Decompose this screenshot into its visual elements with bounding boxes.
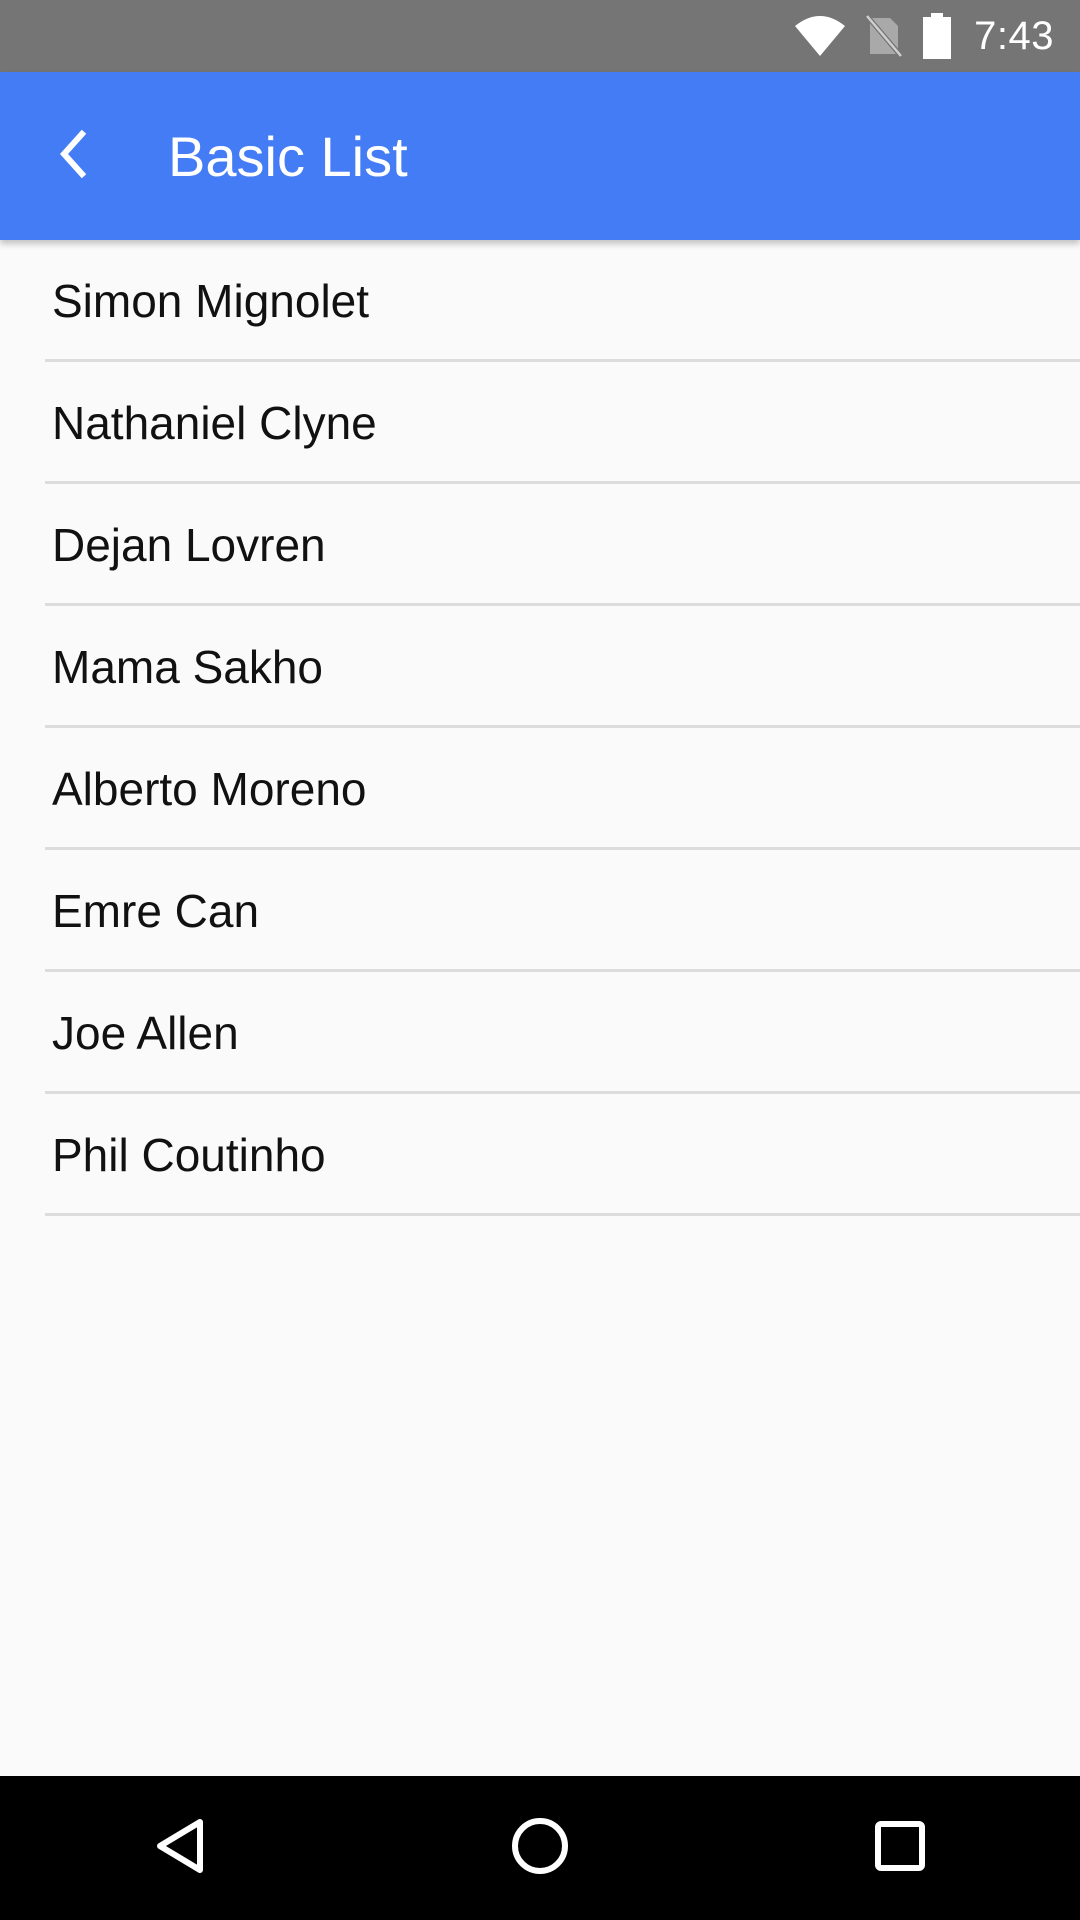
list-item[interactable]: Nathaniel Clyne bbox=[0, 362, 1080, 484]
back-triangle-icon bbox=[152, 1816, 208, 1881]
status-time: 7:43 bbox=[974, 13, 1054, 58]
nav-back-button[interactable] bbox=[100, 1788, 260, 1908]
list-item[interactable]: Dejan Lovren bbox=[0, 484, 1080, 606]
app-bar: Basic List bbox=[0, 72, 1080, 240]
list-item[interactable]: Emre Can bbox=[0, 850, 1080, 972]
recents-square-icon bbox=[872, 1818, 928, 1879]
no-sim-icon bbox=[866, 14, 903, 58]
list-item[interactable]: Alberto Moreno bbox=[0, 728, 1080, 850]
home-circle-icon bbox=[510, 1816, 570, 1881]
nav-home-button[interactable] bbox=[460, 1788, 620, 1908]
chevron-left-icon bbox=[54, 128, 94, 185]
navigation-bar bbox=[0, 1776, 1080, 1920]
page-title: Basic List bbox=[168, 124, 408, 188]
status-bar: 7:43 bbox=[0, 0, 1080, 72]
nav-recents-button[interactable] bbox=[820, 1788, 980, 1908]
list-item[interactable]: Simon Mignolet bbox=[0, 240, 1080, 362]
list-item[interactable]: Joe Allen bbox=[0, 972, 1080, 1094]
battery-icon bbox=[922, 13, 952, 59]
list-item[interactable]: Mama Sakho bbox=[0, 606, 1080, 728]
wifi-icon bbox=[794, 14, 846, 58]
player-list: Simon Mignolet Nathaniel Clyne Dejan Lov… bbox=[0, 240, 1080, 1216]
list-item[interactable]: Phil Coutinho bbox=[0, 1094, 1080, 1216]
back-button[interactable] bbox=[24, 106, 124, 206]
